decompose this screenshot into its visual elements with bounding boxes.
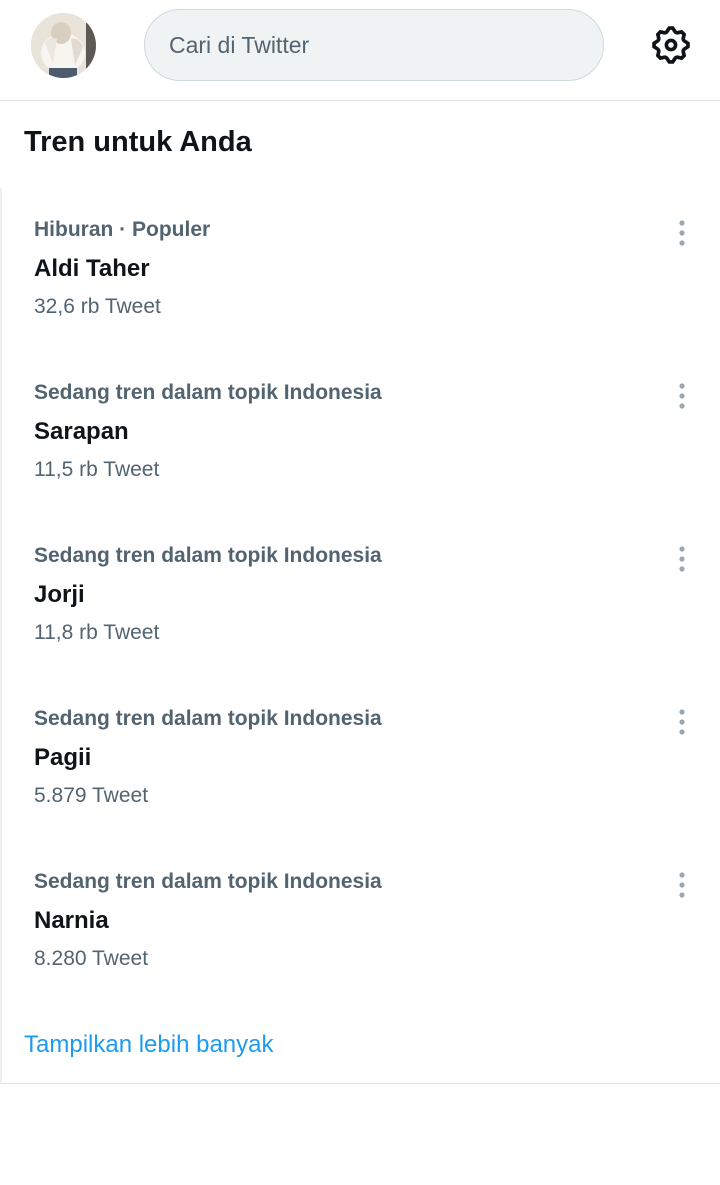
trend-name: Narnia	[34, 907, 109, 934]
more-vertical-icon	[679, 872, 685, 898]
trend-tweet-count: 11,5 rb Tweet	[34, 458, 160, 481]
more-vertical-icon	[679, 383, 685, 409]
trend-item[interactable]: Sedang tren dalam topik Indonesia Pagii …	[2, 677, 720, 840]
trend-name: Pagii	[34, 744, 92, 771]
trend-context: Hiburan · Populer	[34, 218, 211, 241]
profile-avatar-icon	[31, 13, 96, 78]
trend-item[interactable]: Hiburan · Populer Aldi Taher 32,6 rb Twe…	[2, 188, 720, 351]
trend-tweet-count: 32,6 rb Tweet	[34, 295, 161, 318]
trend-item[interactable]: Sedang tren dalam topik Indonesia Jorji …	[2, 514, 720, 677]
trend-more-button[interactable]	[670, 544, 694, 574]
trends-list: Hiburan · Populer Aldi Taher 32,6 rb Twe…	[0, 188, 720, 1083]
more-vertical-icon	[679, 709, 685, 735]
more-vertical-icon	[679, 546, 685, 572]
trend-name: Aldi Taher	[34, 255, 150, 282]
trend-more-button[interactable]	[670, 381, 694, 411]
top-bar	[0, 0, 720, 101]
trend-more-button[interactable]	[670, 870, 694, 900]
trend-item[interactable]: Sedang tren dalam topik Indonesia Narnia…	[2, 840, 720, 1003]
section-title: Tren untuk Anda	[24, 126, 252, 158]
trend-more-button[interactable]	[670, 218, 694, 248]
trend-tweet-count: 11,8 rb Tweet	[34, 621, 160, 644]
search-bar[interactable]	[144, 9, 604, 81]
settings-button[interactable]	[648, 22, 694, 68]
trend-context: Sedang tren dalam topik Indonesia	[34, 381, 382, 404]
trend-item[interactable]: Sedang tren dalam topik Indonesia Sarapa…	[2, 351, 720, 514]
trend-tweet-count: 8.280 Tweet	[34, 947, 149, 970]
trend-name: Jorji	[34, 581, 85, 608]
trend-context: Sedang tren dalam topik Indonesia	[34, 707, 382, 730]
trend-name: Sarapan	[34, 418, 129, 445]
divider	[0, 1083, 720, 1084]
trend-tweet-count: 5.879 Tweet	[34, 784, 149, 807]
more-vertical-icon	[679, 220, 685, 246]
trend-context: Sedang tren dalam topik Indonesia	[34, 870, 382, 893]
trend-context: Sedang tren dalam topik Indonesia	[34, 544, 382, 567]
trend-more-button[interactable]	[670, 707, 694, 737]
page: Tren untuk Anda Hiburan · Populer Aldi T…	[0, 0, 720, 1185]
avatar[interactable]	[31, 13, 96, 78]
search-input[interactable]	[169, 31, 603, 59]
show-more-link[interactable]: Tampilkan lebih banyak	[24, 1031, 273, 1059]
gear-icon	[652, 26, 690, 64]
